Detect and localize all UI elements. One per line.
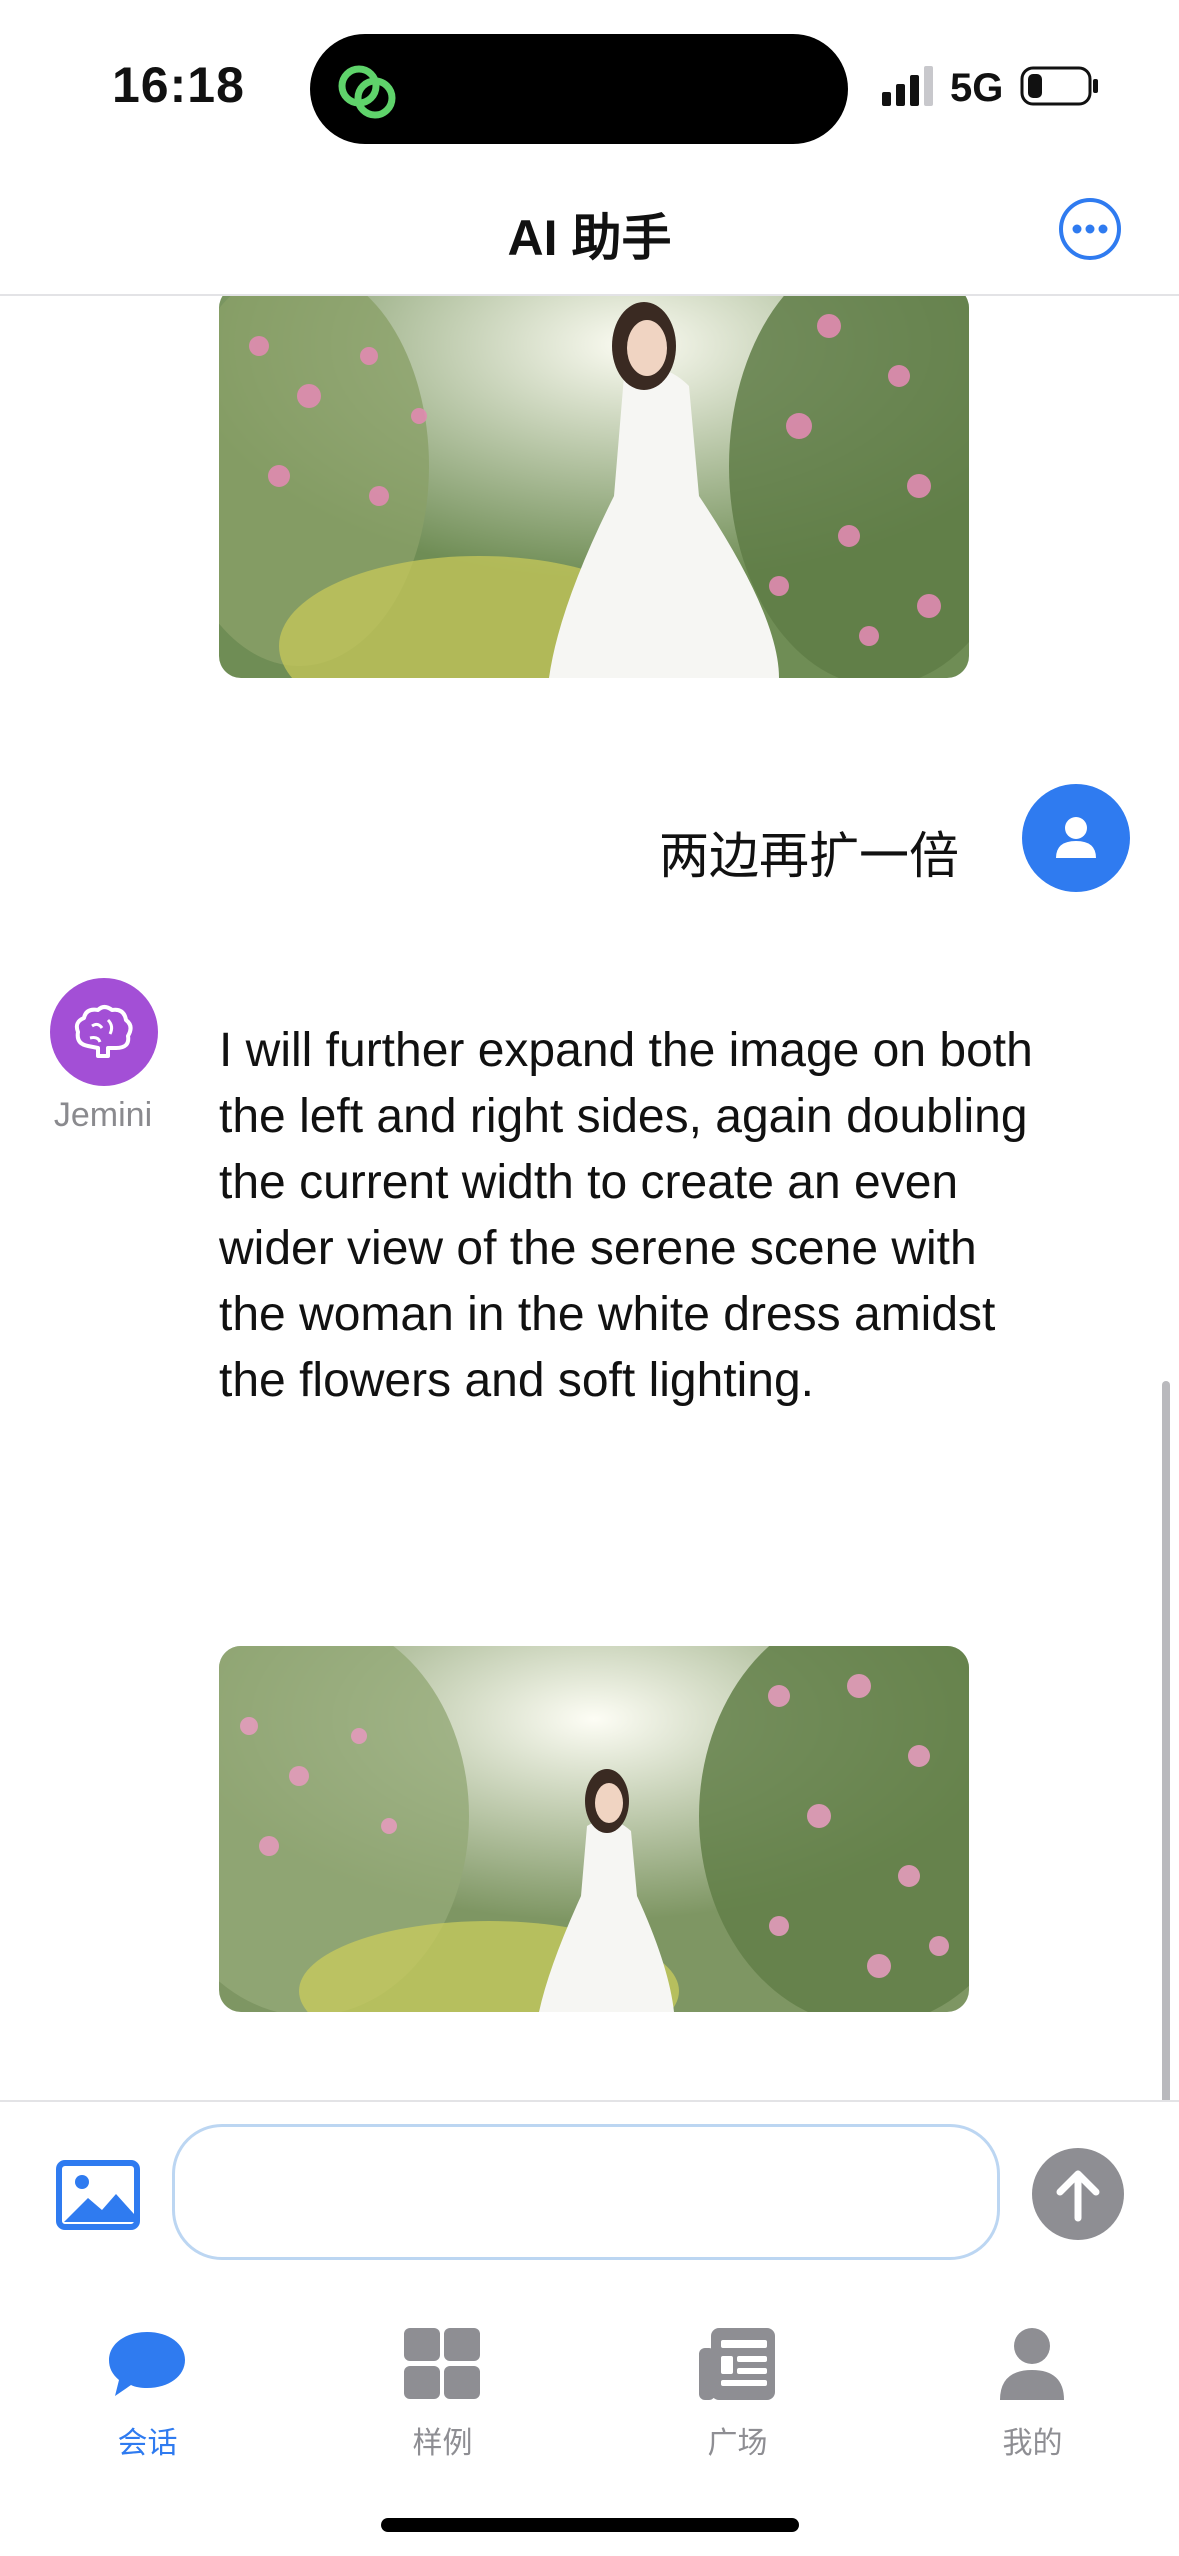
arrow-up-icon — [1056, 2170, 1100, 2222]
send-button[interactable] — [1032, 2148, 1124, 2240]
ellipsis-circle-icon[interactable] — [1058, 197, 1122, 261]
tab-label: 广场 — [707, 2427, 768, 2460]
tab-me[interactable]: 我的 — [885, 2308, 1179, 2478]
bot-avatar — [50, 978, 158, 1086]
nav-bar: AI 助手 — [0, 170, 1179, 296]
person-icon — [1056, 817, 1096, 858]
grid-icon — [404, 2328, 480, 2399]
tab-examples[interactable]: 样例 — [295, 2308, 590, 2478]
generated-image[interactable] — [219, 296, 969, 678]
message-input[interactable] — [172, 2124, 1000, 2260]
tab-label: 我的 — [1002, 2427, 1063, 2460]
status-time: 16:18 — [112, 57, 245, 113]
status-bar: 16:18 5G — [0, 0, 1179, 170]
tab-bar: 会话 样例 广场 我的 — [0, 2308, 1179, 2556]
network-type: 5G — [950, 66, 1004, 110]
app-link-icon — [338, 65, 396, 119]
page-title: AI 助手 — [507, 210, 672, 266]
generated-image[interactable] — [219, 1646, 969, 2012]
user-avatar — [1022, 784, 1130, 892]
battery-icon — [1020, 66, 1098, 106]
chat-area[interactable]: 两边再扩一倍 Jemini I will further expand the … — [0, 296, 1179, 2100]
dynamic-island — [310, 34, 848, 144]
tab-label: 会话 — [117, 2427, 178, 2460]
user-message: 两边再扩一倍 — [659, 828, 959, 884]
bot-name: Jemini — [53, 1096, 153, 1134]
home-indicator[interactable] — [381, 2518, 799, 2532]
tab-square[interactable]: 广场 — [590, 2308, 885, 2478]
composer-bar — [0, 2100, 1179, 2310]
person-icon — [1000, 2328, 1064, 2400]
scrollbar[interactable] — [1162, 1381, 1170, 2100]
newspaper-icon — [699, 2328, 775, 2400]
brain-icon — [74, 1005, 133, 1058]
photo-icon[interactable] — [56, 2160, 140, 2230]
bot-message: I will further expand the image on both … — [219, 1024, 1033, 1407]
signal-icon — [882, 66, 933, 106]
tab-chat[interactable]: 会话 — [0, 2308, 295, 2478]
chat-bubble-icon — [109, 2332, 185, 2396]
tab-label: 样例 — [412, 2427, 473, 2460]
